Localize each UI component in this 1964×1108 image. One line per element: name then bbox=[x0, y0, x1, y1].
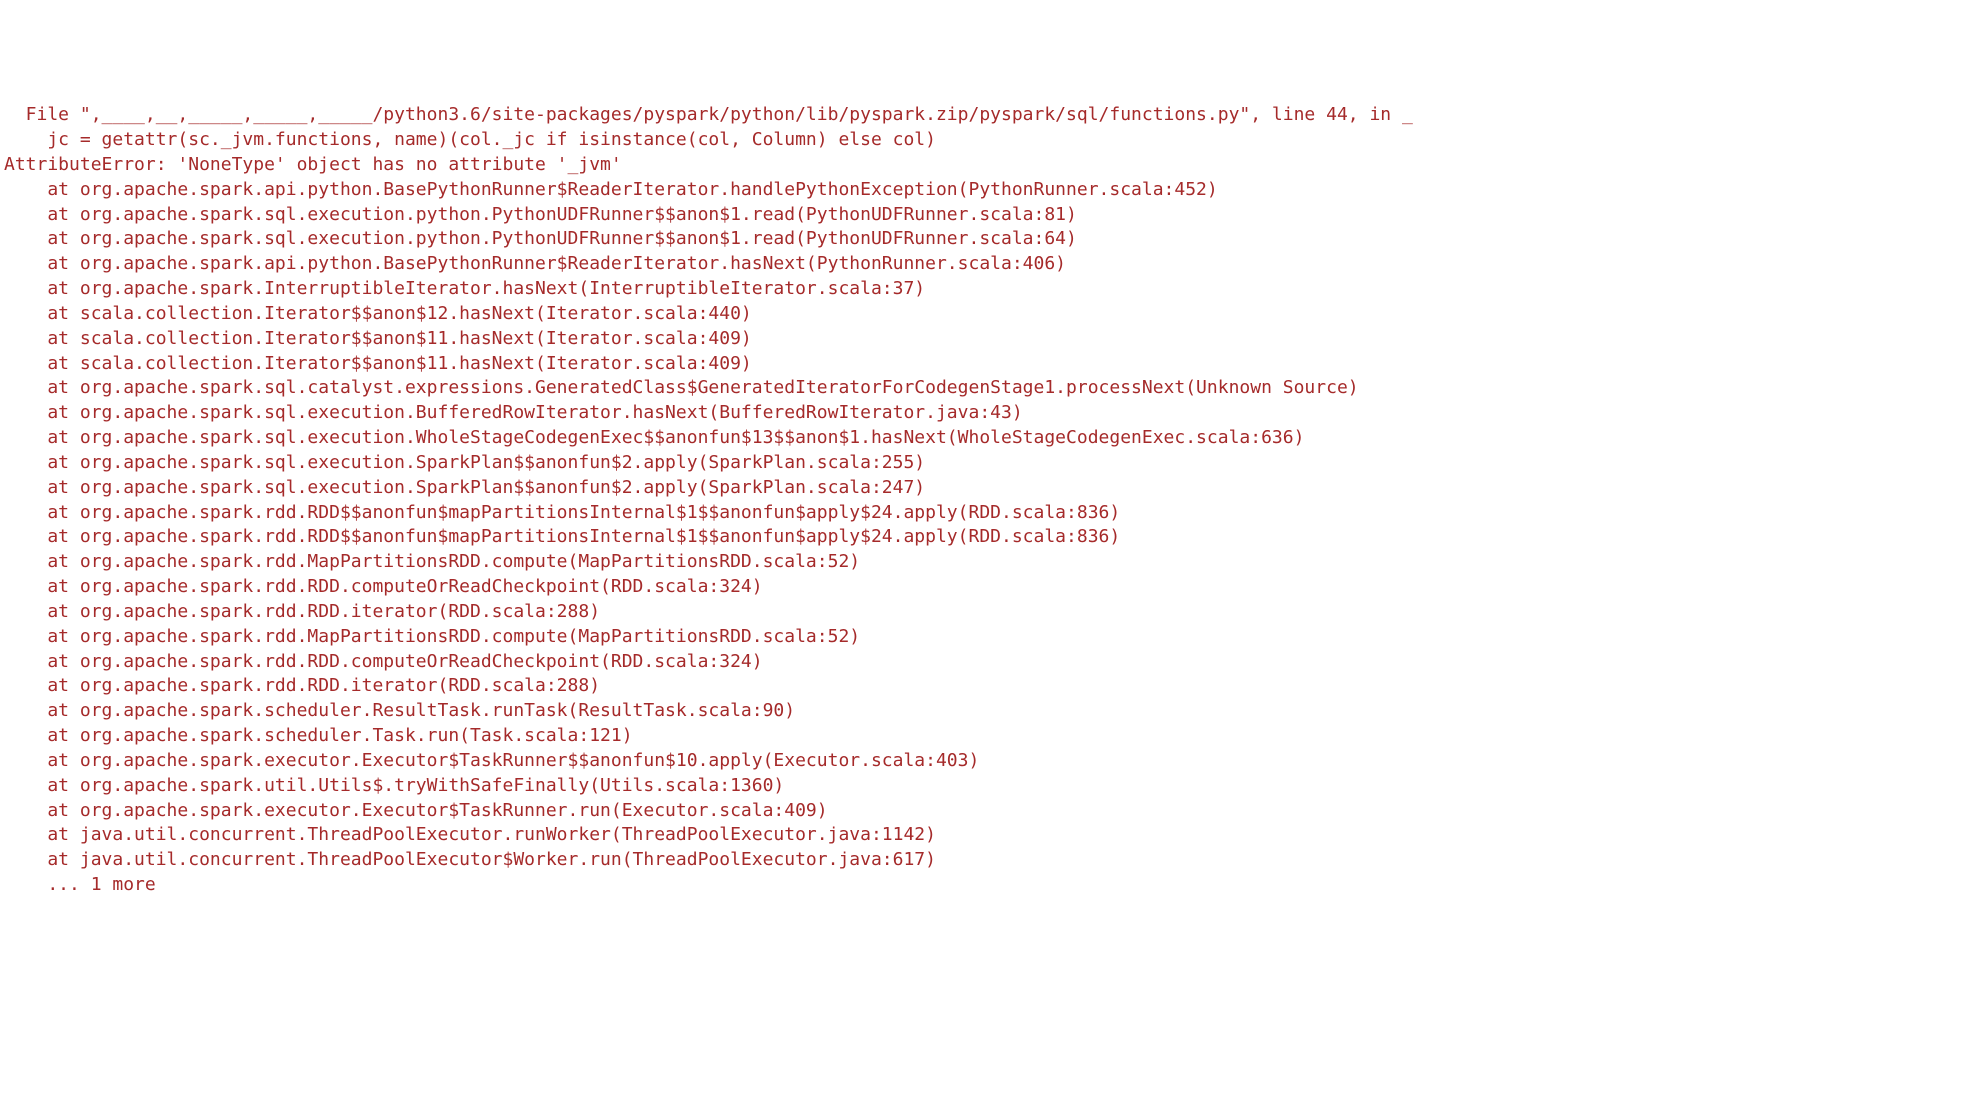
python-error-line: AttributeError: 'NoneType' object has no… bbox=[4, 153, 1964, 178]
stack-frame: at org.apache.spark.scheduler.ResultTask… bbox=[4, 699, 1964, 724]
stack-frame: at java.util.concurrent.ThreadPoolExecut… bbox=[4, 848, 1964, 873]
stack-trace-output: File ",____,__,_____,_____,_____/python3… bbox=[4, 103, 1964, 898]
stack-frame: at scala.collection.Iterator$$anon$12.ha… bbox=[4, 302, 1964, 327]
stack-frame: at org.apache.spark.executor.Executor$Ta… bbox=[4, 799, 1964, 824]
python-file-line: File ",____,__,_____,_____,_____/python3… bbox=[4, 103, 1964, 128]
stack-frame: at org.apache.spark.rdd.RDD$$anonfun$map… bbox=[4, 525, 1964, 550]
stack-frame: at org.apache.spark.api.python.BasePytho… bbox=[4, 178, 1964, 203]
stack-frame: at org.apache.spark.sql.execution.SparkP… bbox=[4, 451, 1964, 476]
stack-frame: at java.util.concurrent.ThreadPoolExecut… bbox=[4, 823, 1964, 848]
stack-frame: at org.apache.spark.rdd.RDD.iterator(RDD… bbox=[4, 674, 1964, 699]
stack-frame: at org.apache.spark.rdd.RDD.computeOrRea… bbox=[4, 650, 1964, 675]
stack-frame: at org.apache.spark.InterruptibleIterato… bbox=[4, 277, 1964, 302]
stack-frame: at org.apache.spark.rdd.RDD.computeOrRea… bbox=[4, 575, 1964, 600]
stack-frame: at org.apache.spark.sql.execution.python… bbox=[4, 203, 1964, 228]
stack-frame: at scala.collection.Iterator$$anon$11.ha… bbox=[4, 352, 1964, 377]
stack-frame: at org.apache.spark.sql.execution.WholeS… bbox=[4, 426, 1964, 451]
stack-frame: at org.apache.spark.rdd.RDD.iterator(RDD… bbox=[4, 600, 1964, 625]
stack-frame: at org.apache.spark.rdd.RDD$$anonfun$map… bbox=[4, 501, 1964, 526]
stack-frame: at org.apache.spark.executor.Executor$Ta… bbox=[4, 749, 1964, 774]
stack-frame: at org.apache.spark.sql.catalyst.express… bbox=[4, 376, 1964, 401]
python-code-line: jc = getattr(sc._jvm.functions, name)(co… bbox=[4, 128, 1964, 153]
stack-frame: at org.apache.spark.api.python.BasePytho… bbox=[4, 252, 1964, 277]
stack-frame: at org.apache.spark.sql.execution.Buffer… bbox=[4, 401, 1964, 426]
stack-more: ... 1 more bbox=[4, 873, 1964, 898]
stack-frame: at org.apache.spark.rdd.MapPartitionsRDD… bbox=[4, 625, 1964, 650]
stack-frame: at org.apache.spark.sql.execution.SparkP… bbox=[4, 476, 1964, 501]
stack-frame: at scala.collection.Iterator$$anon$11.ha… bbox=[4, 327, 1964, 352]
stack-frame: at org.apache.spark.util.Utils$.tryWithS… bbox=[4, 774, 1964, 799]
stack-frame: at org.apache.spark.scheduler.Task.run(T… bbox=[4, 724, 1964, 749]
stack-frame: at org.apache.spark.sql.execution.python… bbox=[4, 227, 1964, 252]
stack-frame: at org.apache.spark.rdd.MapPartitionsRDD… bbox=[4, 550, 1964, 575]
